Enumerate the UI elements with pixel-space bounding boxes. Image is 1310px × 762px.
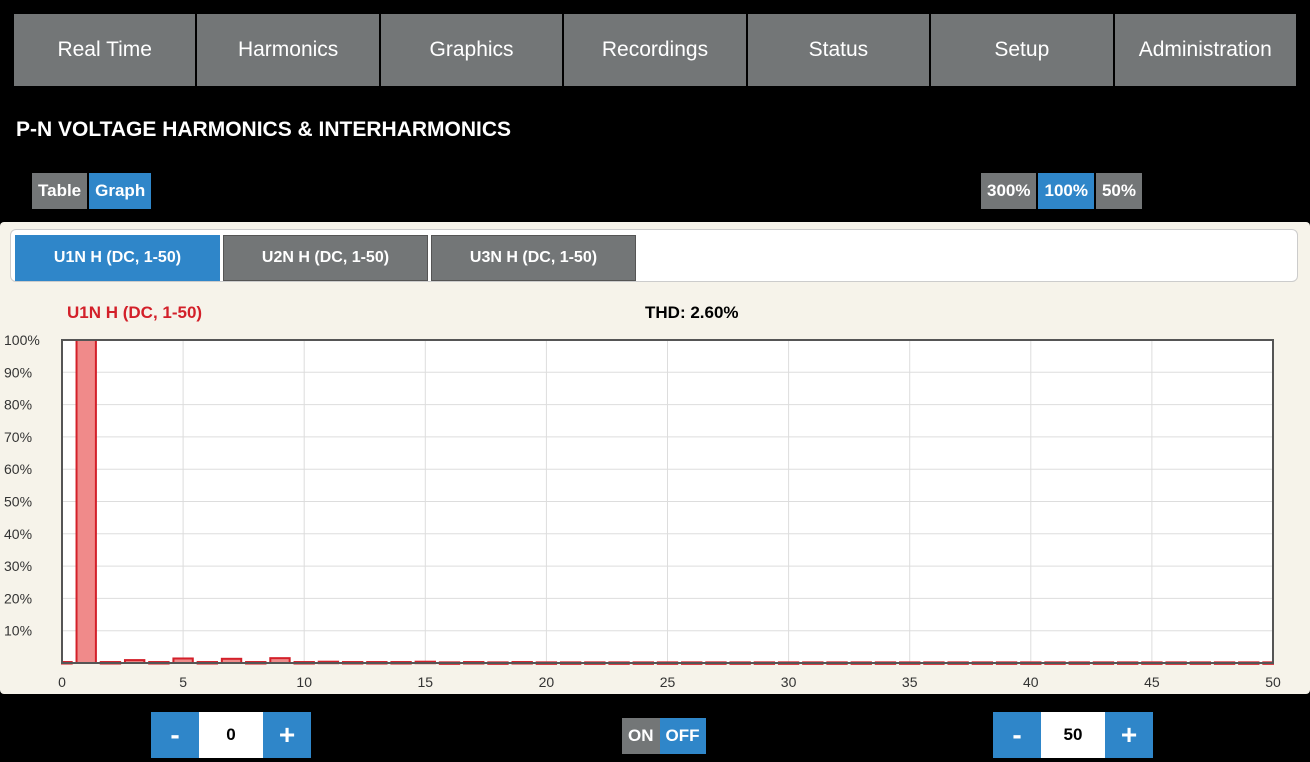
end-decrement-button[interactable]: -: [993, 712, 1041, 758]
end-value[interactable]: 50: [1041, 712, 1105, 758]
x-tick-label: 15: [418, 674, 434, 690]
y-tick-label: 10%: [4, 623, 32, 639]
thd-value: THD: 2.60%: [645, 303, 739, 322]
chart-series-label: U1N H (DC, 1-50): [67, 303, 203, 322]
y-tick-label: 70%: [4, 429, 32, 445]
y-tick-label: 20%: [4, 590, 32, 606]
nav-status[interactable]: Status: [747, 14, 930, 86]
start-value[interactable]: 0: [199, 712, 263, 758]
x-tick-label: 50: [1265, 674, 1281, 690]
y-tick-label: 90%: [4, 364, 32, 380]
y-tick-label: 100%: [4, 332, 40, 348]
x-tick-label: 5: [179, 674, 187, 690]
nav-harmonics[interactable]: Harmonics: [197, 14, 379, 86]
harmonic-bar: [75, 339, 97, 664]
x-tick-label: 0: [58, 674, 66, 690]
nav-setup[interactable]: Setup: [931, 14, 1113, 86]
x-tick-label: 40: [1023, 674, 1039, 690]
tab-u1n[interactable]: U1N H (DC, 1-50): [15, 235, 220, 281]
nav-recordings[interactable]: Recordings: [564, 14, 746, 86]
x-tick-label: 45: [1144, 674, 1160, 690]
view-toggle: Table Graph: [32, 173, 152, 209]
end-stepper: - 50 +: [993, 712, 1153, 758]
zoom-100-button[interactable]: 100%: [1038, 173, 1094, 209]
y-tick-label: 60%: [4, 461, 32, 477]
tab-u2n[interactable]: U2N H (DC, 1-50): [223, 235, 428, 281]
nav-administration[interactable]: Administration: [1114, 14, 1296, 86]
on-off-toggle: ON OFF: [622, 718, 706, 754]
off-button[interactable]: OFF: [659, 718, 706, 754]
harmonics-chart: 10% 20% 30% 40% 50% 60% 70% 80% 90% 100% 0 5 10 15 20 2…: [4, 332, 1281, 690]
table-view-button[interactable]: Table: [32, 173, 88, 209]
channel-tabs: U1N H (DC, 1-50) U2N H (DC, 1-50) U3N H …: [10, 229, 1298, 282]
main-nav: Real Time Harmonics Graphics Recordings …: [14, 14, 1296, 86]
y-tick-label: 30%: [4, 558, 32, 574]
start-decrement-button[interactable]: -: [151, 712, 199, 758]
on-button[interactable]: ON: [622, 718, 660, 754]
graph-view-button[interactable]: Graph: [89, 173, 152, 209]
start-stepper: - 0 +: [151, 712, 311, 758]
x-tick-label: 25: [660, 674, 676, 690]
page-title: P-N VOLTAGE HARMONICS & INTERHARMONICS: [16, 118, 512, 141]
tab-u3n[interactable]: U3N H (DC, 1-50): [431, 235, 636, 281]
zoom-50-button[interactable]: 50%: [1095, 173, 1142, 209]
x-tick-label: 30: [781, 674, 797, 690]
zoom-toggle: 300% 100% 50%: [981, 173, 1142, 209]
y-tick-label: 40%: [4, 526, 32, 542]
y-tick-label: 80%: [4, 397, 32, 413]
x-tick-label: 35: [902, 674, 918, 690]
y-tick-label: 50%: [4, 494, 32, 510]
nav-graphics[interactable]: Graphics: [380, 14, 563, 86]
end-increment-button[interactable]: +: [1105, 712, 1153, 758]
x-tick-label: 20: [539, 674, 555, 690]
start-increment-button[interactable]: +: [263, 712, 311, 758]
zoom-300-button[interactable]: 300%: [981, 173, 1037, 209]
nav-real-time[interactable]: Real Time: [14, 14, 196, 86]
x-tick-label: 10: [296, 674, 312, 690]
